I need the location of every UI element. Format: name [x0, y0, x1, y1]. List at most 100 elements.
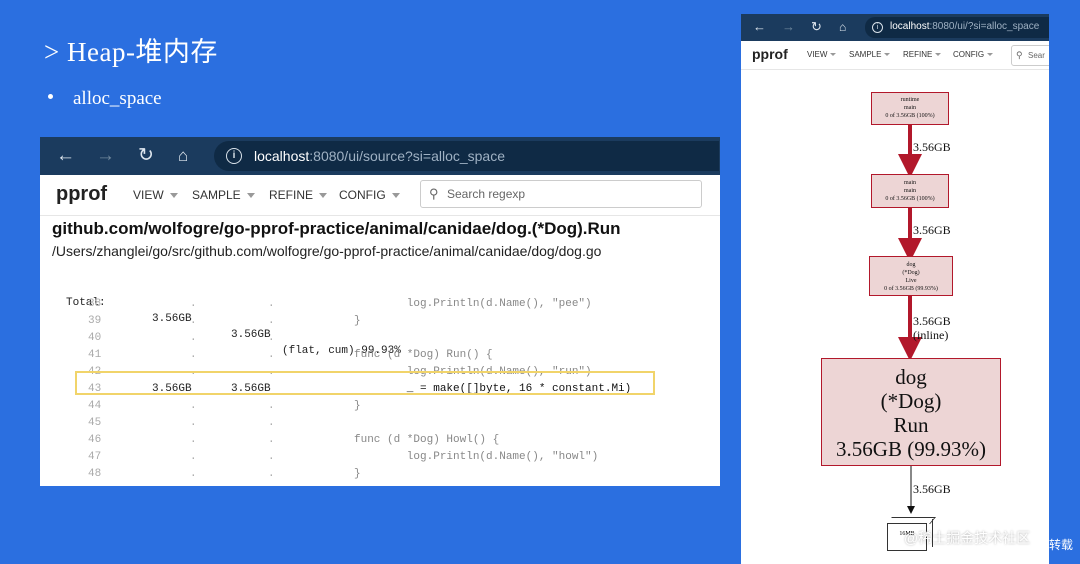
- line-flat: .: [190, 434, 197, 446]
- menu-view-label: VIEW: [807, 50, 828, 59]
- line-number: 46: [88, 434, 102, 446]
- edge-label: 3.56GB: [913, 482, 951, 496]
- node-line: Run: [893, 413, 929, 437]
- reload-icon[interactable]: ↻: [811, 19, 822, 35]
- reload-icon[interactable]: ↻: [138, 145, 154, 167]
- chevron-down-icon: [246, 193, 255, 199]
- node-line: main: [904, 105, 916, 111]
- line-flat: .: [190, 451, 197, 463]
- search-icon: ⚲: [1016, 50, 1023, 60]
- address-bar[interactable]: i localhost:8080/ui/?si=alloc_space: [865, 17, 1049, 38]
- line-cum: .: [268, 298, 275, 310]
- line-cum: .: [268, 349, 275, 361]
- url-path: :8080/ui/source?si=alloc_space: [309, 148, 506, 164]
- bullet-text: alloc_space: [73, 88, 162, 109]
- node-line: runtime: [900, 97, 920, 103]
- search-icon: ⚲: [429, 186, 439, 201]
- graph-edges: [898, 125, 922, 514]
- line-number: 39: [88, 315, 102, 327]
- line-flat: .: [190, 400, 197, 412]
- line-code: log.Println(d.Name(), "pee"): [354, 298, 592, 310]
- menu-refine-label: REFINE: [269, 188, 314, 202]
- node-line: 3.56GB (99.93%): [836, 437, 986, 461]
- source-function-title: github.com/wolfogre/go-pprof-practice/an…: [52, 219, 621, 238]
- line-number: 41: [88, 349, 102, 361]
- chevron-down-icon: [987, 53, 994, 57]
- total-flat: 3.56GB: [152, 313, 192, 325]
- watermark: @稀土掘金技术社区: [904, 530, 1031, 546]
- pprof-logo[interactable]: pprof: [752, 46, 788, 62]
- search-placeholder: Sear: [1028, 51, 1045, 60]
- node-line: 0 of 3.56GB (100%): [885, 196, 935, 202]
- line-number: 44: [88, 400, 102, 412]
- url-path: :8080/ui/?si=alloc_space: [929, 21, 1040, 32]
- search-input[interactable]: ⚲ Search regexp: [420, 180, 702, 208]
- info-icon[interactable]: i: [226, 148, 242, 164]
- line-flat: .: [190, 417, 197, 429]
- browser-toolbar: ← → ↻ ⌂ i localhost:8080/ui/?si=alloc_sp…: [741, 14, 1049, 41]
- menu-view[interactable]: VIEW: [133, 188, 178, 202]
- forward-icon[interactable]: →: [782, 19, 795, 35]
- menu-refine[interactable]: REFINE: [903, 50, 942, 59]
- home-icon[interactable]: ⌂: [178, 145, 188, 167]
- line-flat: .: [190, 349, 197, 361]
- watermark-edge: 转载: [1049, 538, 1074, 552]
- node-line: dog: [895, 365, 927, 389]
- home-icon[interactable]: ⌂: [839, 19, 846, 35]
- bullet-dot: [48, 94, 53, 100]
- forward-icon[interactable]: →: [96, 145, 115, 167]
- line-flat: .: [190, 468, 197, 480]
- line-code: }: [354, 400, 361, 412]
- line-flat: .: [190, 298, 197, 310]
- bullet-item: alloc_space: [48, 88, 162, 110]
- line-number: 47: [88, 451, 102, 463]
- menu-config-label: CONFIG: [953, 50, 985, 59]
- line-flat: .: [190, 315, 197, 327]
- call-graph: runtime main 0 of 3.56GB (100%) 3.56GB m…: [741, 70, 1049, 564]
- back-icon[interactable]: ←: [753, 19, 766, 35]
- line-cum: .: [268, 434, 275, 446]
- menu-view[interactable]: VIEW: [807, 50, 837, 59]
- node-line: 0 of 3.56GB (99.93%): [884, 286, 938, 292]
- chevron-down-icon: [884, 53, 891, 57]
- slide-title: > Heap-堆内存: [44, 37, 218, 67]
- line-number: 48: [88, 468, 102, 480]
- node-line: dog: [906, 262, 916, 268]
- node-line: Live: [905, 278, 917, 284]
- back-icon[interactable]: ←: [56, 145, 75, 167]
- graph-node-highlighted[interactable]: dog (*Dog) Run 3.56GB (99.93%): [821, 358, 1001, 466]
- line-number: 38: [88, 298, 102, 310]
- line-cum: .: [268, 417, 275, 429]
- line-cum: .: [268, 332, 275, 344]
- chevron-down-icon: [319, 193, 328, 199]
- line-cum: .: [268, 468, 275, 480]
- line-cum: .: [268, 315, 275, 327]
- menu-refine[interactable]: REFINE: [269, 188, 328, 202]
- browser-toolbar: ← → ↻ ⌂ i localhost:8080/ui/source?si=al…: [40, 137, 720, 175]
- pprof-toolbar: pprof VIEW SAMPLE REFINE CONFIG ⚲ Sear: [741, 41, 1049, 70]
- menu-sample-label: SAMPLE: [849, 50, 882, 59]
- line-code: }: [354, 315, 361, 327]
- menu-config[interactable]: CONFIG: [953, 50, 994, 59]
- graph-node[interactable]: dog (*Dog) Live 0 of 3.56GB (99.93%): [869, 256, 953, 296]
- menu-sample[interactable]: SAMPLE: [849, 50, 891, 59]
- search-input[interactable]: ⚲ Sear: [1011, 45, 1049, 66]
- graph-node[interactable]: main main 0 of 3.56GB (100%): [871, 174, 949, 208]
- highlight-box: [75, 371, 655, 395]
- info-icon[interactable]: i: [872, 22, 883, 33]
- source-view-browser: ← → ↻ ⌂ i localhost:8080/ui/source?si=al…: [40, 137, 720, 486]
- line-flat: .: [190, 332, 197, 344]
- menu-sample[interactable]: SAMPLE: [192, 188, 255, 202]
- node-line: (*Dog): [902, 270, 920, 276]
- edge-label: 3.56GB: [913, 140, 951, 154]
- menu-config[interactable]: CONFIG: [339, 188, 400, 202]
- address-bar[interactable]: i localhost:8080/ui/source?si=alloc_spac…: [214, 141, 719, 171]
- chevron-down-icon: [830, 53, 837, 57]
- graph-node[interactable]: runtime main 0 of 3.56GB (100%): [871, 92, 949, 125]
- edge-label: 3.56GB: [913, 314, 951, 328]
- line-number: 40: [88, 332, 102, 344]
- edge-label: (inline): [913, 328, 949, 342]
- pprof-logo[interactable]: pprof: [56, 183, 107, 206]
- node-line: main: [904, 180, 916, 186]
- menu-config-label: CONFIG: [339, 188, 386, 202]
